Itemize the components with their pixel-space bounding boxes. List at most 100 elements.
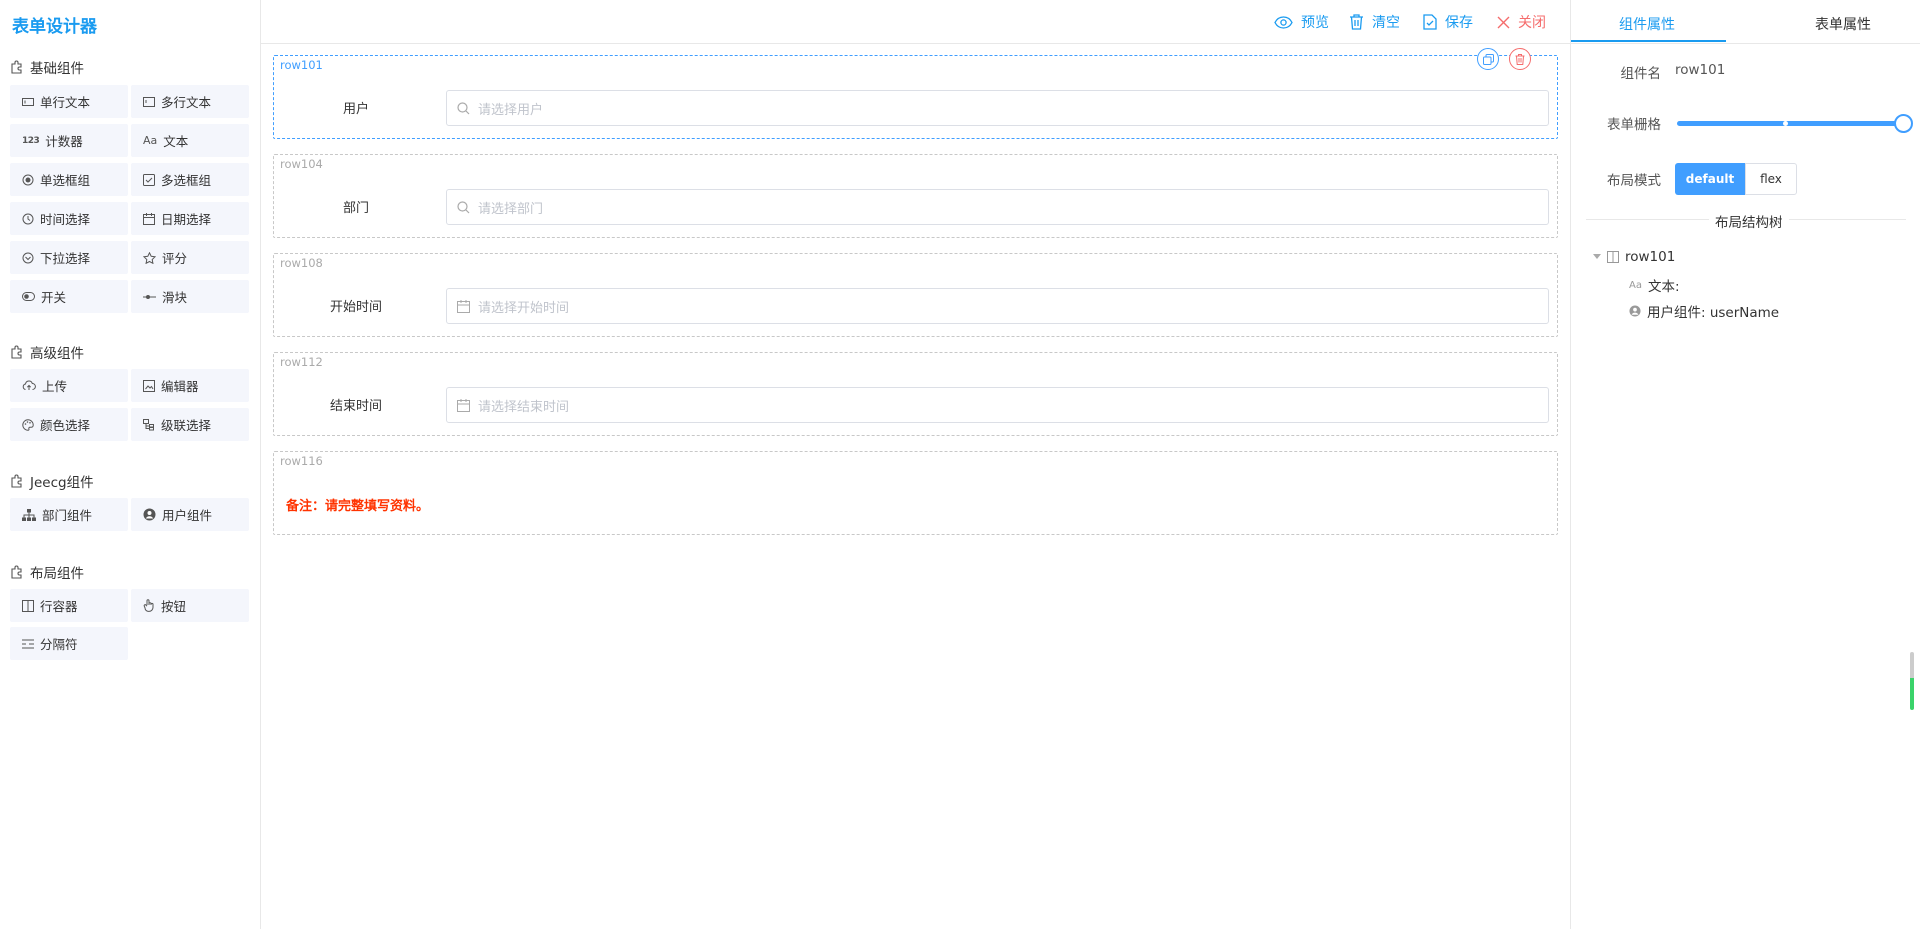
tab-component-props[interactable]: 组件属性 xyxy=(1619,14,1675,34)
number-icon: 123 xyxy=(22,135,40,146)
tree-title: 布局结构树 xyxy=(1709,211,1789,231)
end-time-input[interactable]: 请选择结束时间 xyxy=(446,387,1549,423)
comp-select[interactable]: 下拉选择 xyxy=(10,241,128,274)
row-container-row101[interactable]: row101 用户 请选择用户 xyxy=(273,48,1558,139)
comp-row[interactable]: 行容器 xyxy=(10,589,128,622)
search-icon xyxy=(457,200,470,213)
pointer-hand-icon xyxy=(143,599,154,612)
user-circle-icon xyxy=(1629,305,1641,317)
comp-radio[interactable]: 单选框组 xyxy=(10,163,128,196)
delete-row-button[interactable] xyxy=(1509,48,1531,70)
tree-node-row101[interactable]: row101 xyxy=(1593,249,1675,265)
gutter-slider-handle[interactable] xyxy=(1894,114,1913,133)
scrollbar[interactable] xyxy=(1910,652,1914,710)
close-button[interactable]: 关闭 xyxy=(1497,12,1546,32)
file-check-icon xyxy=(1423,14,1437,30)
comp-divider[interactable]: 分隔符 xyxy=(10,627,128,660)
clock-icon xyxy=(22,213,34,224)
puzzle-icon xyxy=(11,565,22,579)
gutter-slider-stop xyxy=(1783,121,1788,126)
gutter-label: 表单栅格 xyxy=(1607,117,1661,133)
comp-number[interactable]: 123 计数器 xyxy=(10,124,128,157)
layout-flex-button[interactable]: flex xyxy=(1745,163,1797,195)
copy-icon xyxy=(1482,53,1494,65)
columns-icon xyxy=(22,599,34,612)
comp-cascader[interactable]: 级联选择 xyxy=(131,408,249,441)
gutter-slider-track[interactable] xyxy=(1677,121,1905,126)
slider-icon xyxy=(143,294,156,299)
row-container-row104[interactable]: row104 部门 请选择部门 xyxy=(273,154,1558,238)
comp-user[interactable]: 用户组件 xyxy=(131,498,249,531)
field-label: 部门 xyxy=(342,201,369,216)
component-name-value: row101 xyxy=(1675,62,1726,78)
row-container-row116[interactable]: row116 备注：请完整填写资料。 xyxy=(273,451,1558,535)
calendar-icon xyxy=(457,398,470,412)
comp-editor[interactable]: 编辑器 xyxy=(131,369,249,402)
text-icon: Aa xyxy=(1629,279,1642,291)
calendar-icon xyxy=(457,299,470,313)
tree-node-text[interactable]: Aa 文本: xyxy=(1629,275,1680,295)
user-select-input[interactable]: 请选择用户 xyxy=(446,90,1549,126)
group-title-basic: 基础组件 xyxy=(10,57,84,77)
comp-slider[interactable]: 滑块 xyxy=(131,280,249,313)
comp-textarea[interactable]: 多行文本 xyxy=(131,85,249,118)
switch-icon xyxy=(22,292,35,301)
layout-default-button[interactable]: default xyxy=(1675,163,1745,195)
puzzle-icon xyxy=(11,60,22,74)
copy-row-button[interactable] xyxy=(1477,48,1499,70)
comp-rate[interactable]: 评分 xyxy=(131,241,249,274)
field-label: 开始时间 xyxy=(329,300,382,315)
row-container-row108[interactable]: row108 开始时间 请选择开始时间 xyxy=(273,253,1558,337)
comp-button[interactable]: 按钮 xyxy=(131,589,249,622)
cascader-icon xyxy=(143,418,154,430)
calendar-icon xyxy=(143,212,155,225)
tab-form-props[interactable]: 表单属性 xyxy=(1815,14,1871,34)
comp-switch[interactable]: 开关 xyxy=(10,280,128,313)
divider-icon xyxy=(22,639,34,648)
eye-icon xyxy=(1274,15,1293,29)
group-title-jeecg: Jeecg组件 xyxy=(10,471,94,491)
field-label: 用户 xyxy=(342,102,369,117)
clear-button[interactable]: 清空 xyxy=(1349,12,1400,32)
trash-icon xyxy=(1350,14,1363,30)
textarea-icon xyxy=(143,96,155,107)
start-time-input[interactable]: 请选择开始时间 xyxy=(446,288,1549,324)
comp-color[interactable]: 颜色选择 xyxy=(10,408,128,441)
comp-checkbox[interactable]: 多选框组 xyxy=(131,163,249,196)
active-tab-indicator xyxy=(1571,40,1726,42)
comp-dept[interactable]: 部门组件 xyxy=(10,498,128,531)
radio-icon xyxy=(22,174,34,185)
comp-upload[interactable]: 上传 xyxy=(10,369,128,402)
note-text: 备注：请完整填写资料。 xyxy=(286,499,430,514)
search-icon xyxy=(457,101,470,114)
caret-down-icon xyxy=(1593,254,1601,259)
component-name-label: 组件名 xyxy=(1620,66,1662,82)
comp-date[interactable]: 日期选择 xyxy=(131,202,249,235)
component-panel: 表单设计器 基础组件 单行文本 多行文本 123 计数器 Aa 文本 单选框组 多选… xyxy=(0,0,261,929)
preview-button[interactable]: 预览 xyxy=(1274,12,1329,32)
app-title: 表单设计器 xyxy=(12,17,97,37)
row-container-row112[interactable]: row112 结束时间 请选择结束时间 xyxy=(273,352,1558,436)
properties-tabs: 组件属性 表单属性 xyxy=(1571,0,1920,44)
dept-select-input[interactable]: 请选择部门 xyxy=(446,189,1549,225)
comp-time[interactable]: 时间选择 xyxy=(10,202,128,235)
field-label: 结束时间 xyxy=(329,399,382,414)
designer-toolbar: 预览 清空 保存 关闭 xyxy=(261,0,1570,44)
checkbox-icon xyxy=(143,173,155,186)
trash-icon xyxy=(1515,53,1525,65)
star-icon xyxy=(143,251,156,264)
group-title-layout: 布局组件 xyxy=(10,562,84,582)
comp-input[interactable]: 单行文本 xyxy=(10,85,128,118)
form-designer-app: 表单设计器 基础组件 单行文本 多行文本 123 计数器 Aa 文本 单选框组 多选… xyxy=(0,0,1920,929)
comp-text[interactable]: Aa 文本 xyxy=(131,124,249,157)
editor-icon xyxy=(143,379,155,392)
properties-panel: 组件属性 表单属性 组件名 row101 表单栅格 布局模式 default f… xyxy=(1570,0,1920,929)
puzzle-icon xyxy=(11,474,22,488)
cloud-upload-icon xyxy=(22,380,36,390)
user-circle-icon xyxy=(143,508,156,521)
save-button[interactable]: 保存 xyxy=(1423,12,1473,32)
layout-mode-label: 布局模式 xyxy=(1607,173,1661,189)
text-icon: Aa xyxy=(143,134,158,147)
columns-icon xyxy=(1607,251,1619,263)
tree-node-user[interactable]: 用户组件: userName xyxy=(1629,301,1779,321)
